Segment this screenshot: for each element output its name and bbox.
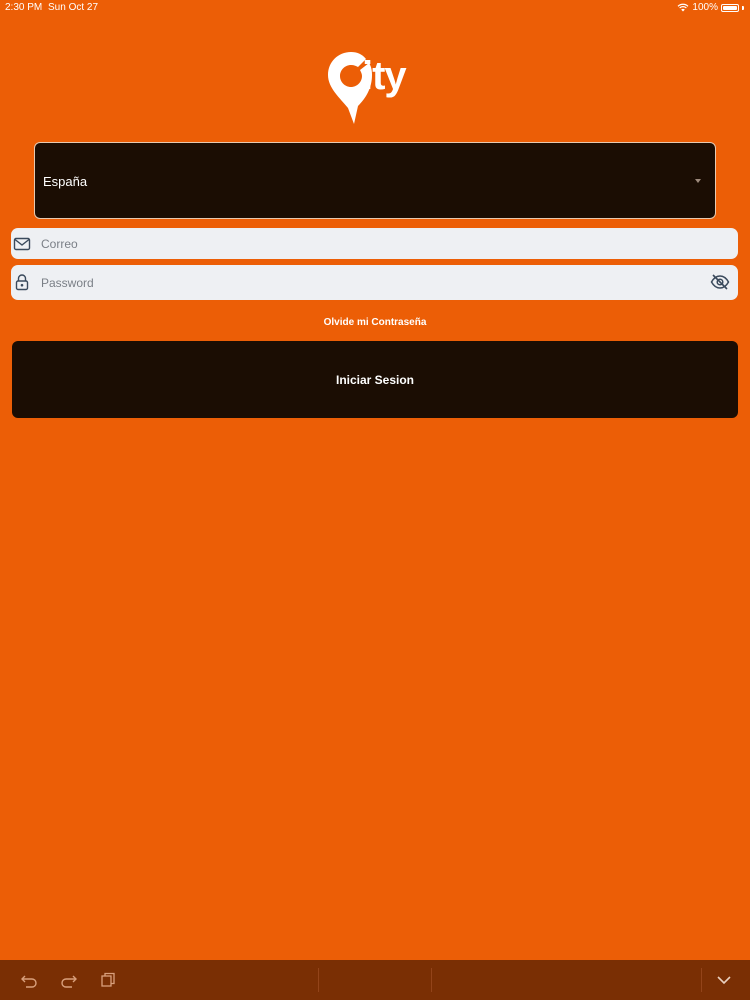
toolbar-separator xyxy=(318,968,319,992)
status-time: 2:30 PM xyxy=(5,2,43,13)
undo-icon[interactable] xyxy=(20,971,38,989)
status-bar: 2:30 PM Sun Oct 27 100% xyxy=(0,0,750,16)
login-button-label: Iniciar Sesion xyxy=(335,372,415,387)
dropdown-arrow-icon xyxy=(695,179,701,183)
country-selected-value: España xyxy=(43,174,88,189)
mail-icon xyxy=(13,237,31,251)
toolbar-separator xyxy=(701,968,702,992)
logo-text: ity xyxy=(362,54,407,98)
battery-percent: 100% xyxy=(692,2,718,13)
battery-cap xyxy=(742,5,744,10)
battery-icon xyxy=(721,3,739,12)
email-input[interactable] xyxy=(41,228,702,259)
chevron-down-icon[interactable] xyxy=(715,971,733,989)
wifi-icon xyxy=(678,3,689,12)
password-field[interactable] xyxy=(11,265,738,300)
status-date: Sun Oct 27 xyxy=(48,2,99,13)
email-field[interactable] xyxy=(11,228,738,259)
forgot-password-link[interactable]: Olvide mi Contraseña xyxy=(0,317,750,328)
eye-off-icon[interactable] xyxy=(710,273,730,291)
toolbar-separator xyxy=(431,968,432,992)
country-select[interactable]: España xyxy=(34,142,716,219)
keyboard-toolbar xyxy=(0,960,750,1000)
redo-icon[interactable] xyxy=(60,971,78,989)
password-input[interactable] xyxy=(41,265,702,300)
paste-icon[interactable] xyxy=(99,971,117,989)
status-indicators: 100% xyxy=(677,2,744,13)
city-logo: ity xyxy=(326,48,426,128)
lock-icon xyxy=(15,274,29,291)
login-button[interactable]: Iniciar Sesion xyxy=(12,341,738,418)
